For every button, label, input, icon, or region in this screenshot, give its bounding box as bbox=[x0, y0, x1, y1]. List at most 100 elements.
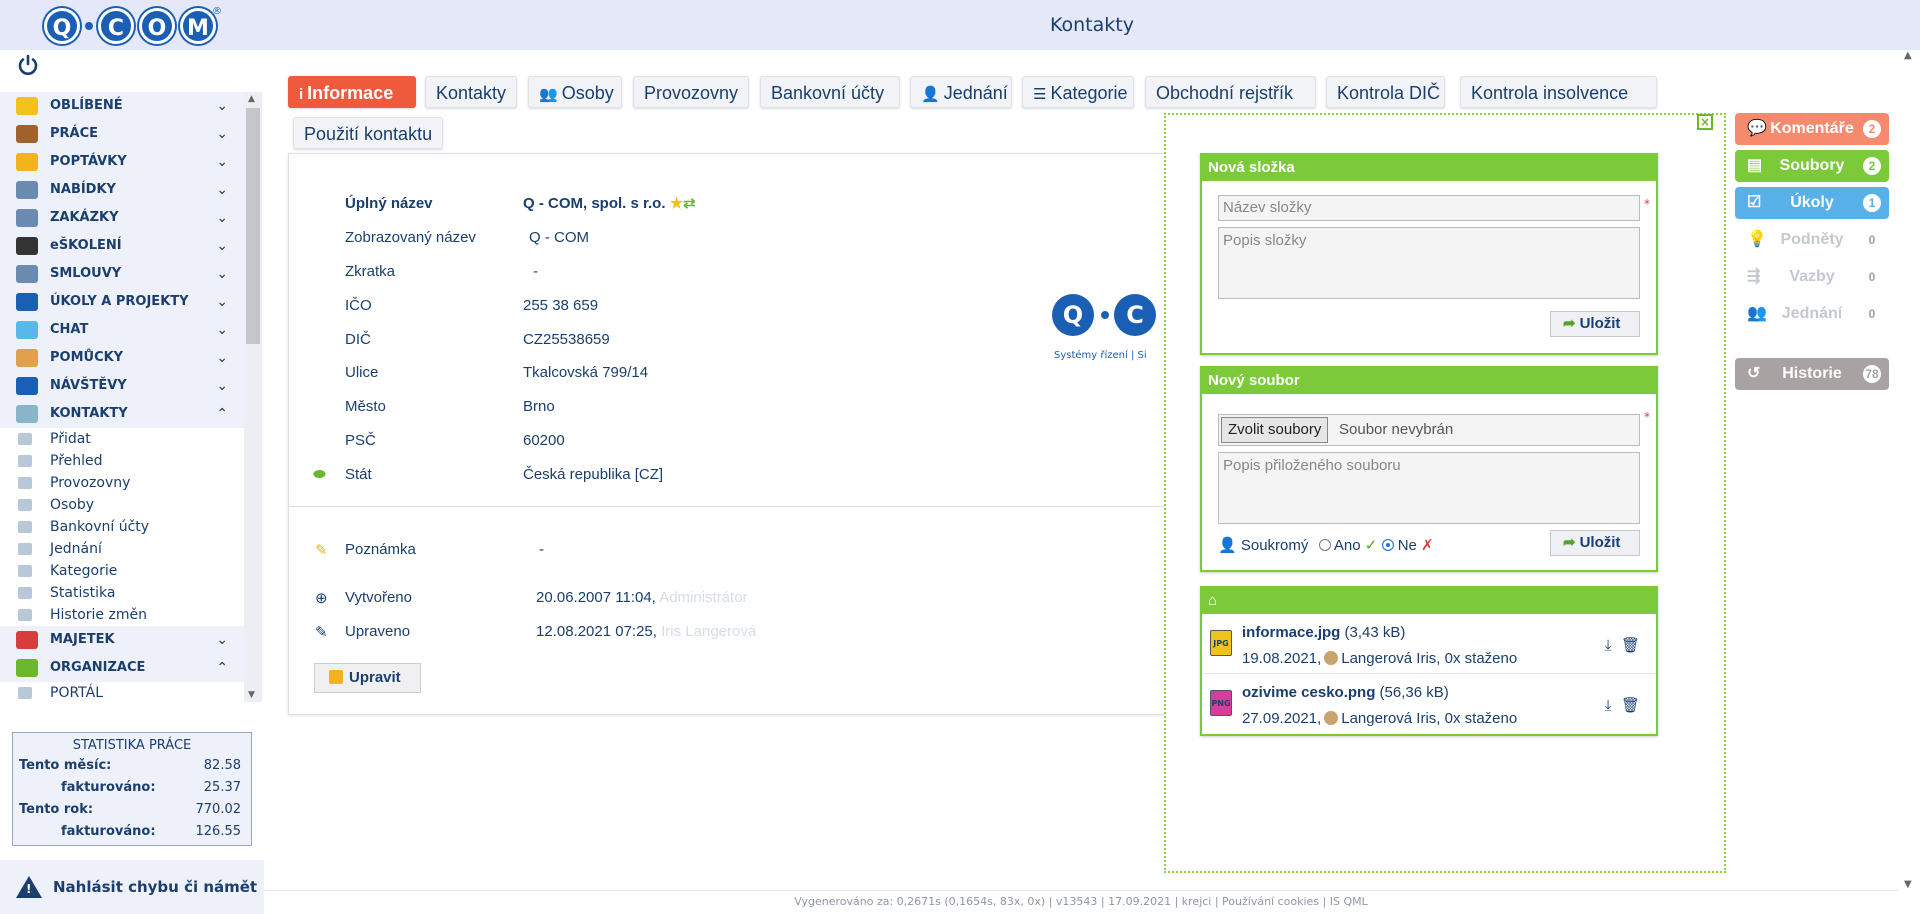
new-file-box: Nový soubor Zvolit soubory Soubor nevybr… bbox=[1200, 366, 1658, 572]
tab-informace[interactable]: i Informace bbox=[288, 76, 416, 108]
sidebar-subitem[interactable]: Osoby bbox=[0, 494, 244, 516]
edit-button[interactable]: Upravit bbox=[314, 663, 421, 693]
home-icon[interactable]: ⌂ bbox=[1202, 588, 1656, 614]
sidebar-item-oblíbené[interactable]: OBLÍBENÉ ⌄ bbox=[0, 92, 244, 120]
side-tab-komentáře[interactable]: 💬 Komentáře 2 bbox=[1735, 113, 1889, 145]
file-row[interactable]: JPG informace.jpg (3,43 kB) 19.08.2021, Lan… bbox=[1202, 616, 1656, 674]
chevron-icon[interactable]: ⌄ bbox=[216, 288, 228, 316]
sidebar-subitem[interactable]: Provozovny bbox=[0, 472, 244, 494]
file-name[interactable]: informace.jpg (3,43 kB) bbox=[1242, 624, 1405, 641]
private-yes-radio[interactable] bbox=[1318, 539, 1331, 551]
file-row[interactable]: PNG ozivime cesko.png (56,36 kB) 27.09.202… bbox=[1202, 676, 1656, 734]
save-file-button[interactable]: ➦ Uložit bbox=[1550, 530, 1640, 556]
chevron-icon[interactable]: ⌄ bbox=[216, 372, 228, 400]
created-by[interactable]: Administrátor bbox=[659, 589, 747, 606]
chevron-icon[interactable]: ⌄ bbox=[216, 232, 228, 260]
sidebar-item-kontakty[interactable]: KONTAKTY ⌃ bbox=[0, 400, 244, 428]
sidebar-item-návštěvy[interactable]: NÁVŠTĚVY ⌄ bbox=[0, 372, 244, 400]
file-desc-input[interactable]: Popis přiloženého souboru bbox=[1218, 452, 1640, 524]
chevron-icon[interactable]: ⌄ bbox=[216, 148, 228, 176]
tab-provozovny[interactable]: Provozovny bbox=[633, 76, 749, 108]
sidebar-subitem[interactable]: Přehled bbox=[0, 450, 244, 472]
trash-icon[interactable]: 🗑 bbox=[1621, 636, 1640, 654]
chevron-icon[interactable]: ⌄ bbox=[216, 92, 228, 120]
sidebar-item-pomůcky[interactable]: POMŮCKY ⌄ bbox=[0, 344, 244, 372]
chevron-icon[interactable]: ⌄ bbox=[216, 344, 228, 372]
sidebar-item-label: ZAKÁZKY bbox=[50, 210, 119, 225]
sidebar-subitem[interactable]: PORTÁL bbox=[0, 682, 244, 704]
sidebar-subitem[interactable]: Historie změn bbox=[0, 604, 244, 626]
side-tab-label: Vazby bbox=[1789, 268, 1835, 285]
tab-kontakty[interactable]: Kontakty bbox=[425, 76, 517, 108]
report-bug-link[interactable]: ! Nahlásit chybu či námět bbox=[0, 860, 264, 914]
tab-použití-kontaktu[interactable]: Použití kontaktu bbox=[293, 117, 443, 149]
no-file-text: Soubor nevybrán bbox=[1339, 421, 1454, 438]
scroll-down-icon[interactable]: ▼ bbox=[248, 690, 255, 700]
sidebar-item-eškolení[interactable]: eŠKOLENÍ ⌄ bbox=[0, 232, 244, 260]
private-no-radio[interactable] bbox=[1381, 539, 1394, 551]
power-icon[interactable] bbox=[16, 53, 40, 77]
download-icon[interactable]: ⤓ bbox=[1605, 696, 1612, 714]
chevron-icon[interactable]: ⌄ bbox=[216, 176, 228, 204]
sidebar-item-nabídky[interactable]: NABÍDKY ⌄ bbox=[0, 176, 244, 204]
required-mark: * bbox=[1644, 197, 1650, 211]
sidebar-subitem-label: Kategorie bbox=[50, 563, 118, 579]
scroll-down-icon[interactable]: ▼ bbox=[1904, 879, 1912, 890]
tab-obchodní-rejstřík[interactable]: Obchodní rejstřík bbox=[1145, 76, 1316, 108]
file-name[interactable]: ozivime cesko.png (56,36 kB) bbox=[1242, 684, 1449, 701]
folder-desc-input[interactable]: Popis složky bbox=[1218, 227, 1640, 299]
side-tab-podněty[interactable]: 💡 Podněty 0 bbox=[1735, 224, 1889, 256]
tab-jednání[interactable]: 👤 Jednání bbox=[910, 76, 1012, 108]
chevron-icon[interactable]: ⌃ bbox=[216, 654, 228, 682]
side-tab-jednání[interactable]: 👥 Jednání 0 bbox=[1735, 298, 1889, 330]
sidebar-item-poptávky[interactable]: POPTÁVKY ⌄ bbox=[0, 148, 244, 176]
tab-osoby[interactable]: 👥 Osoby bbox=[528, 76, 622, 108]
sidebar-item-majetek[interactable]: MAJETEK ⌄ bbox=[0, 626, 244, 654]
sidebar-item-úkoly-a-projekty[interactable]: ÚKOLY A PROJEKTY ⌄ bbox=[0, 288, 244, 316]
chevron-icon[interactable]: ⌄ bbox=[216, 204, 228, 232]
sidebar-subitem[interactable]: Jednání bbox=[0, 538, 244, 560]
tab-kontrola-dič[interactable]: Kontrola DIČ bbox=[1326, 76, 1445, 108]
qcom-logo[interactable]: Q C O M ® bbox=[44, 6, 224, 48]
abbr-label: Zkratka bbox=[345, 263, 396, 280]
tab-bankovní-účty[interactable]: Bankovní účty bbox=[760, 76, 900, 108]
sidebar-item-organizace[interactable]: ORGANIZACE ⌃ bbox=[0, 654, 244, 682]
folder-name-input[interactable]: Název složky bbox=[1218, 195, 1640, 221]
file-input[interactable]: Zvolit soubory Soubor nevybrán bbox=[1218, 414, 1640, 446]
sidebar-item-práce[interactable]: PRÁCE ⌄ bbox=[0, 120, 244, 148]
scroll-up-icon[interactable]: ▲ bbox=[248, 94, 255, 104]
favorite-star-icon[interactable]: ★ bbox=[670, 195, 683, 212]
close-panel-icon[interactable]: × bbox=[1697, 114, 1713, 130]
chevron-icon[interactable]: ⌃ bbox=[216, 400, 228, 428]
sidebar-item-zakázky[interactable]: ZAKÁZKY ⌄ bbox=[0, 204, 244, 232]
sidebar-subitem[interactable]: Kategorie bbox=[0, 560, 244, 582]
sidebar-subitem[interactable]: Statistika bbox=[0, 582, 244, 604]
sidebar-scrollbar[interactable]: ▲ ▼ bbox=[244, 92, 262, 702]
save-folder-button[interactable]: ➦ Uložit bbox=[1550, 311, 1640, 337]
chevron-icon[interactable]: ⌄ bbox=[216, 120, 228, 148]
tab-kontrola-insolvence[interactable]: Kontrola insolvence bbox=[1460, 76, 1657, 108]
side-tab-vazby[interactable]: ⇶ Vazby 0 bbox=[1735, 261, 1889, 293]
link-arrows-icon[interactable]: ⇄ bbox=[683, 195, 696, 212]
warning-icon: ! bbox=[16, 876, 42, 898]
updated-by[interactable]: Iris Langerová bbox=[661, 623, 756, 640]
chevron-icon[interactable]: ⌄ bbox=[216, 260, 228, 288]
sidebar-subitem[interactable]: Bankovní účty bbox=[0, 516, 244, 538]
chevron-icon[interactable]: ⌄ bbox=[216, 626, 228, 654]
choose-files-button[interactable]: Zvolit soubory bbox=[1221, 417, 1329, 443]
side-tab-soubory[interactable]: ▤ Soubory 2 bbox=[1735, 150, 1889, 182]
tab-kategorie[interactable]: ☰ Kategorie bbox=[1022, 76, 1134, 108]
task-icon: ☑ bbox=[1747, 194, 1762, 211]
trash-icon[interactable]: 🗑 bbox=[1621, 696, 1640, 714]
scroll-up-icon[interactable]: ▲ bbox=[1904, 50, 1912, 61]
download-icon[interactable]: ⤓ bbox=[1605, 636, 1612, 654]
side-tab-label: Úkoly bbox=[1790, 194, 1834, 211]
scroll-thumb[interactable] bbox=[246, 108, 260, 344]
sidebar-item-chat[interactable]: CHAT ⌄ bbox=[0, 316, 244, 344]
side-tab-úkoly[interactable]: ☑ Úkoly 1 bbox=[1735, 187, 1889, 219]
main-scrollbar[interactable]: ▲ ▼ bbox=[1898, 50, 1920, 890]
side-tab-historie[interactable]: ↺ Historie 78 bbox=[1735, 358, 1889, 390]
chevron-icon[interactable]: ⌄ bbox=[216, 316, 228, 344]
sidebar-item-smlouvy[interactable]: SMLOUVY ⌄ bbox=[0, 260, 244, 288]
sidebar-subitem[interactable]: Přidat bbox=[0, 428, 244, 450]
